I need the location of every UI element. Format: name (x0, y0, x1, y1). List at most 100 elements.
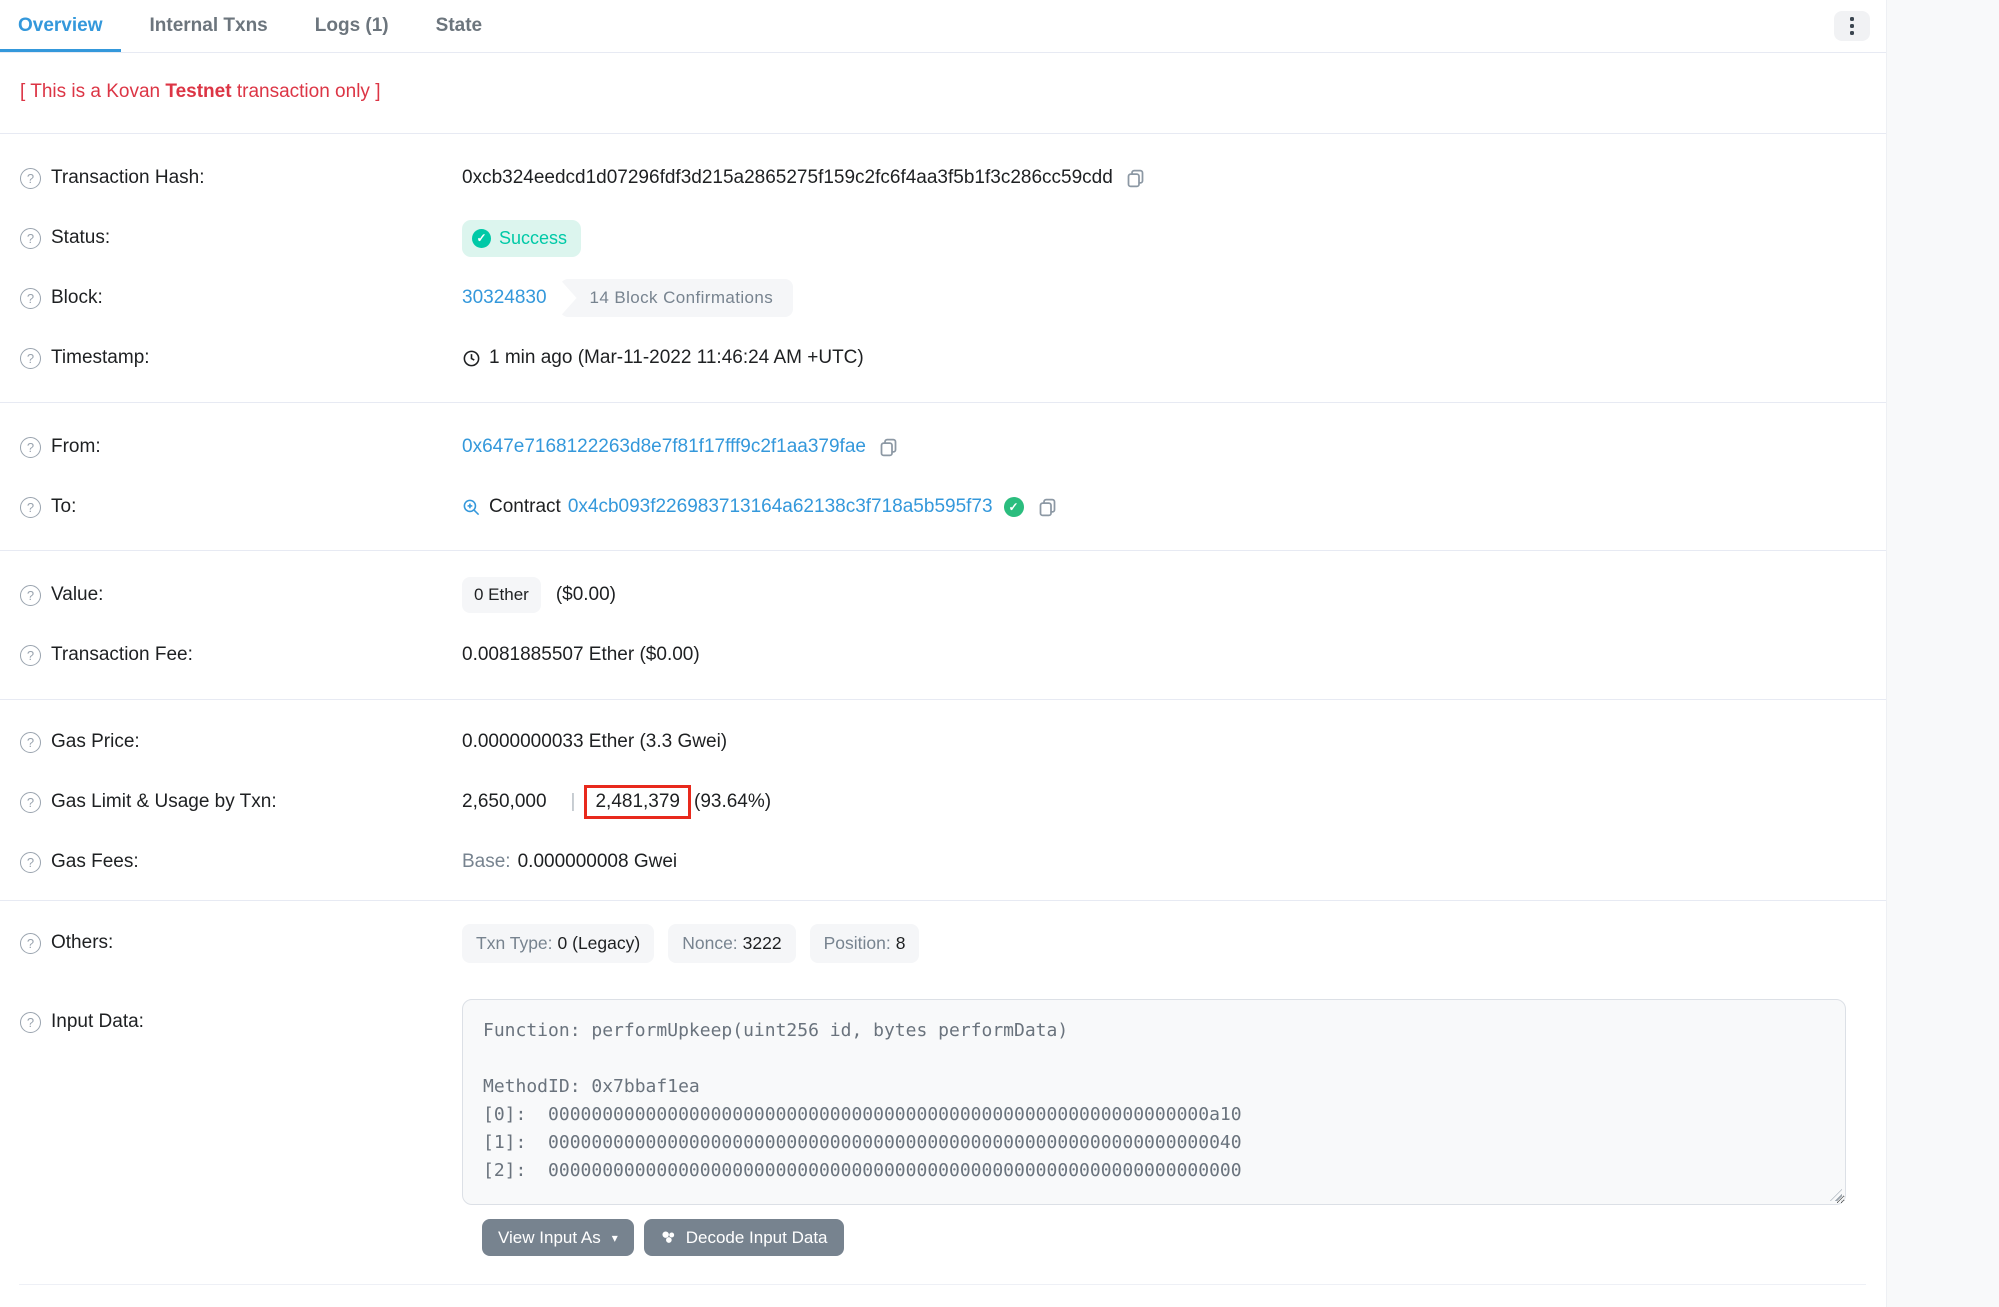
copy-icon[interactable] (1125, 168, 1146, 189)
bottom-divider (19, 1284, 1866, 1285)
help-icon[interactable]: ? (20, 168, 41, 189)
position-name: Position: (824, 933, 891, 953)
to-contract-word: Contract (489, 496, 561, 518)
block-confirmations-text: 14 Block Confirmations (560, 279, 794, 317)
row-gas-limit-usage: ? Gas Limit & Usage by Txn: 2,650,000 | … (0, 772, 1886, 832)
nonce-value: 3222 (743, 933, 782, 953)
gas-limit-label: Gas Limit & Usage by Txn: (51, 791, 277, 813)
others-label: Others: (51, 932, 113, 954)
transaction-hash-label: Transaction Hash: (51, 167, 204, 189)
transaction-fee-label: Transaction Fee: (51, 644, 193, 666)
position-chip: Position:8 (810, 924, 920, 963)
section-addresses: ? From: 0x647e7168122263d8e7f81f17fff9c2… (0, 403, 1886, 551)
timestamp-label: Timestamp: (51, 347, 150, 369)
copy-icon[interactable] (878, 437, 899, 458)
txn-type-value: 0 (Legacy) (558, 933, 641, 953)
tab-internal-txns[interactable]: Internal Txns (132, 0, 286, 52)
section-others-input: ? Others: Txn Type:0 (Legacy) Nonce: 3222… (0, 901, 1886, 1285)
help-icon[interactable]: ? (20, 645, 41, 666)
from-label: From: (51, 436, 101, 458)
timestamp-value: 1 min ago (Mar-11-2022 11:46:24 AM +UTC) (489, 347, 864, 369)
nonce-name: Nonce: (682, 933, 737, 953)
testnet-warning: [ This is a Kovan Testnet transaction on… (0, 53, 1886, 134)
gas-price-label: Gas Price: (51, 731, 140, 753)
to-label: To: (51, 496, 76, 518)
transaction-card: Overview Internal Txns Logs (1) State [ … (0, 0, 1886, 1285)
row-gas-fees: ? Gas Fees: Base: 0.000000008 Gwei (0, 832, 1886, 892)
help-icon[interactable]: ? (20, 288, 41, 309)
help-icon[interactable]: ? (20, 792, 41, 813)
gas-used-value: 2,481,379 (595, 791, 680, 812)
copy-icon[interactable] (1037, 497, 1058, 518)
status-value: Success (499, 228, 567, 249)
decode-icon (660, 1229, 677, 1246)
check-circle-icon: ✓ (472, 229, 491, 248)
row-transaction-hash: ? Transaction Hash: 0xcb324eedcd1d07296f… (0, 148, 1886, 208)
ether-value-badge: 0 Ether (462, 577, 541, 613)
transaction-fee-value: 0.0081885507 Ether ($0.00) (462, 644, 700, 666)
help-icon[interactable]: ? (20, 1012, 41, 1033)
gas-used-highlight: 2,481,379 (584, 785, 691, 819)
view-input-as-label: View Input As (498, 1228, 601, 1248)
help-icon[interactable]: ? (20, 732, 41, 753)
tab-state[interactable]: State (418, 0, 500, 52)
block-number-link[interactable]: 30324830 (462, 287, 547, 309)
more-options-button[interactable] (1834, 11, 1870, 41)
help-icon[interactable]: ? (20, 852, 41, 873)
row-input-data: ? Input Data: Function: performUpkeep(ui… (0, 999, 1886, 1205)
warning-text-bold: Testnet (165, 81, 231, 102)
gas-separator: | (571, 791, 576, 813)
input-data-actions: View Input As ▾ Decode Input Data (482, 1219, 1886, 1256)
decode-input-data-label: Decode Input Data (686, 1228, 828, 1248)
help-icon[interactable]: ? (20, 933, 41, 954)
section-value: ? Value: 0 Ether ($0.00) ? Transaction F… (0, 551, 1886, 700)
page-background-gutter (1886, 0, 1999, 1307)
status-label: Status: (51, 227, 110, 249)
row-others: ? Others: Txn Type:0 (Legacy) Nonce: 3222… (0, 913, 1886, 973)
from-address-link[interactable]: 0x647e7168122263d8e7f81f17fff9c2f1aa379f… (462, 436, 866, 458)
clock-icon (462, 349, 481, 368)
help-icon[interactable]: ? (20, 497, 41, 518)
gas-limit-value: 2,650,000 (462, 791, 547, 813)
help-icon[interactable]: ? (20, 585, 41, 606)
row-block: ? Block: 30324830 14 Block Confirmations (0, 268, 1886, 328)
row-gas-price: ? Gas Price: 0.0000000033 Ether (3.3 Gwe… (0, 712, 1886, 772)
row-to: ? To: Contract 0x4cb093f226983713164a621… (0, 477, 1886, 537)
transaction-hash-value: 0xcb324eedcd1d07296fdf3d215a2865275f159c… (462, 167, 1113, 189)
help-icon[interactable]: ? (20, 228, 41, 249)
warning-text-suffix: transaction only ] (232, 81, 381, 102)
help-icon[interactable]: ? (20, 437, 41, 458)
position-value: 8 (896, 933, 906, 953)
verified-contract-icon: ✓ (1004, 497, 1024, 517)
gas-fees-base-label: Base: (462, 851, 511, 873)
to-address-link[interactable]: 0x4cb093f226983713164a62138c3f718a5b595f… (568, 496, 993, 518)
status-badge: ✓ Success (462, 220, 581, 257)
block-confirmations-badge: 14 Block Confirmations (560, 279, 794, 317)
tab-overview[interactable]: Overview (0, 0, 121, 52)
warning-text-prefix: [ This is a Kovan (20, 81, 165, 102)
gas-fees-base-value: 0.000000008 Gwei (518, 851, 678, 873)
value-usd: ($0.00) (556, 584, 616, 606)
row-timestamp: ? Timestamp: 1 min ago (Mar-11-2022 11:4… (0, 328, 1886, 388)
tab-bar: Overview Internal Txns Logs (1) State (0, 0, 1886, 53)
tab-logs[interactable]: Logs (1) (297, 0, 407, 52)
gas-used-percent: (93.64%) (694, 791, 771, 813)
input-data-textarea[interactable]: Function: performUpkeep(uint256 id, byte… (462, 999, 1846, 1205)
zoom-in-icon[interactable] (462, 498, 481, 517)
row-transaction-fee: ? Transaction Fee: 0.0081885507 Ether ($… (0, 625, 1886, 685)
section-gas: ? Gas Price: 0.0000000033 Ether (3.3 Gwe… (0, 700, 1886, 901)
nonce-chip: Nonce: 3222 (668, 924, 795, 963)
txn-type-name: Txn Type: (476, 933, 553, 953)
chevron-down-icon: ▾ (612, 1231, 618, 1245)
view-input-as-button[interactable]: View Input As ▾ (482, 1219, 634, 1256)
gas-price-value: 0.0000000033 Ether (3.3 Gwei) (462, 731, 727, 753)
gas-fees-label: Gas Fees: (51, 851, 139, 873)
block-label: Block: (51, 287, 103, 309)
input-data-label: Input Data: (51, 1011, 144, 1033)
row-from: ? From: 0x647e7168122263d8e7f81f17fff9c2… (0, 417, 1886, 477)
help-icon[interactable]: ? (20, 348, 41, 369)
decode-input-data-button[interactable]: Decode Input Data (644, 1219, 844, 1256)
value-label: Value: (51, 584, 103, 606)
row-value: ? Value: 0 Ether ($0.00) (0, 565, 1886, 625)
row-status: ? Status: ✓ Success (0, 208, 1886, 268)
